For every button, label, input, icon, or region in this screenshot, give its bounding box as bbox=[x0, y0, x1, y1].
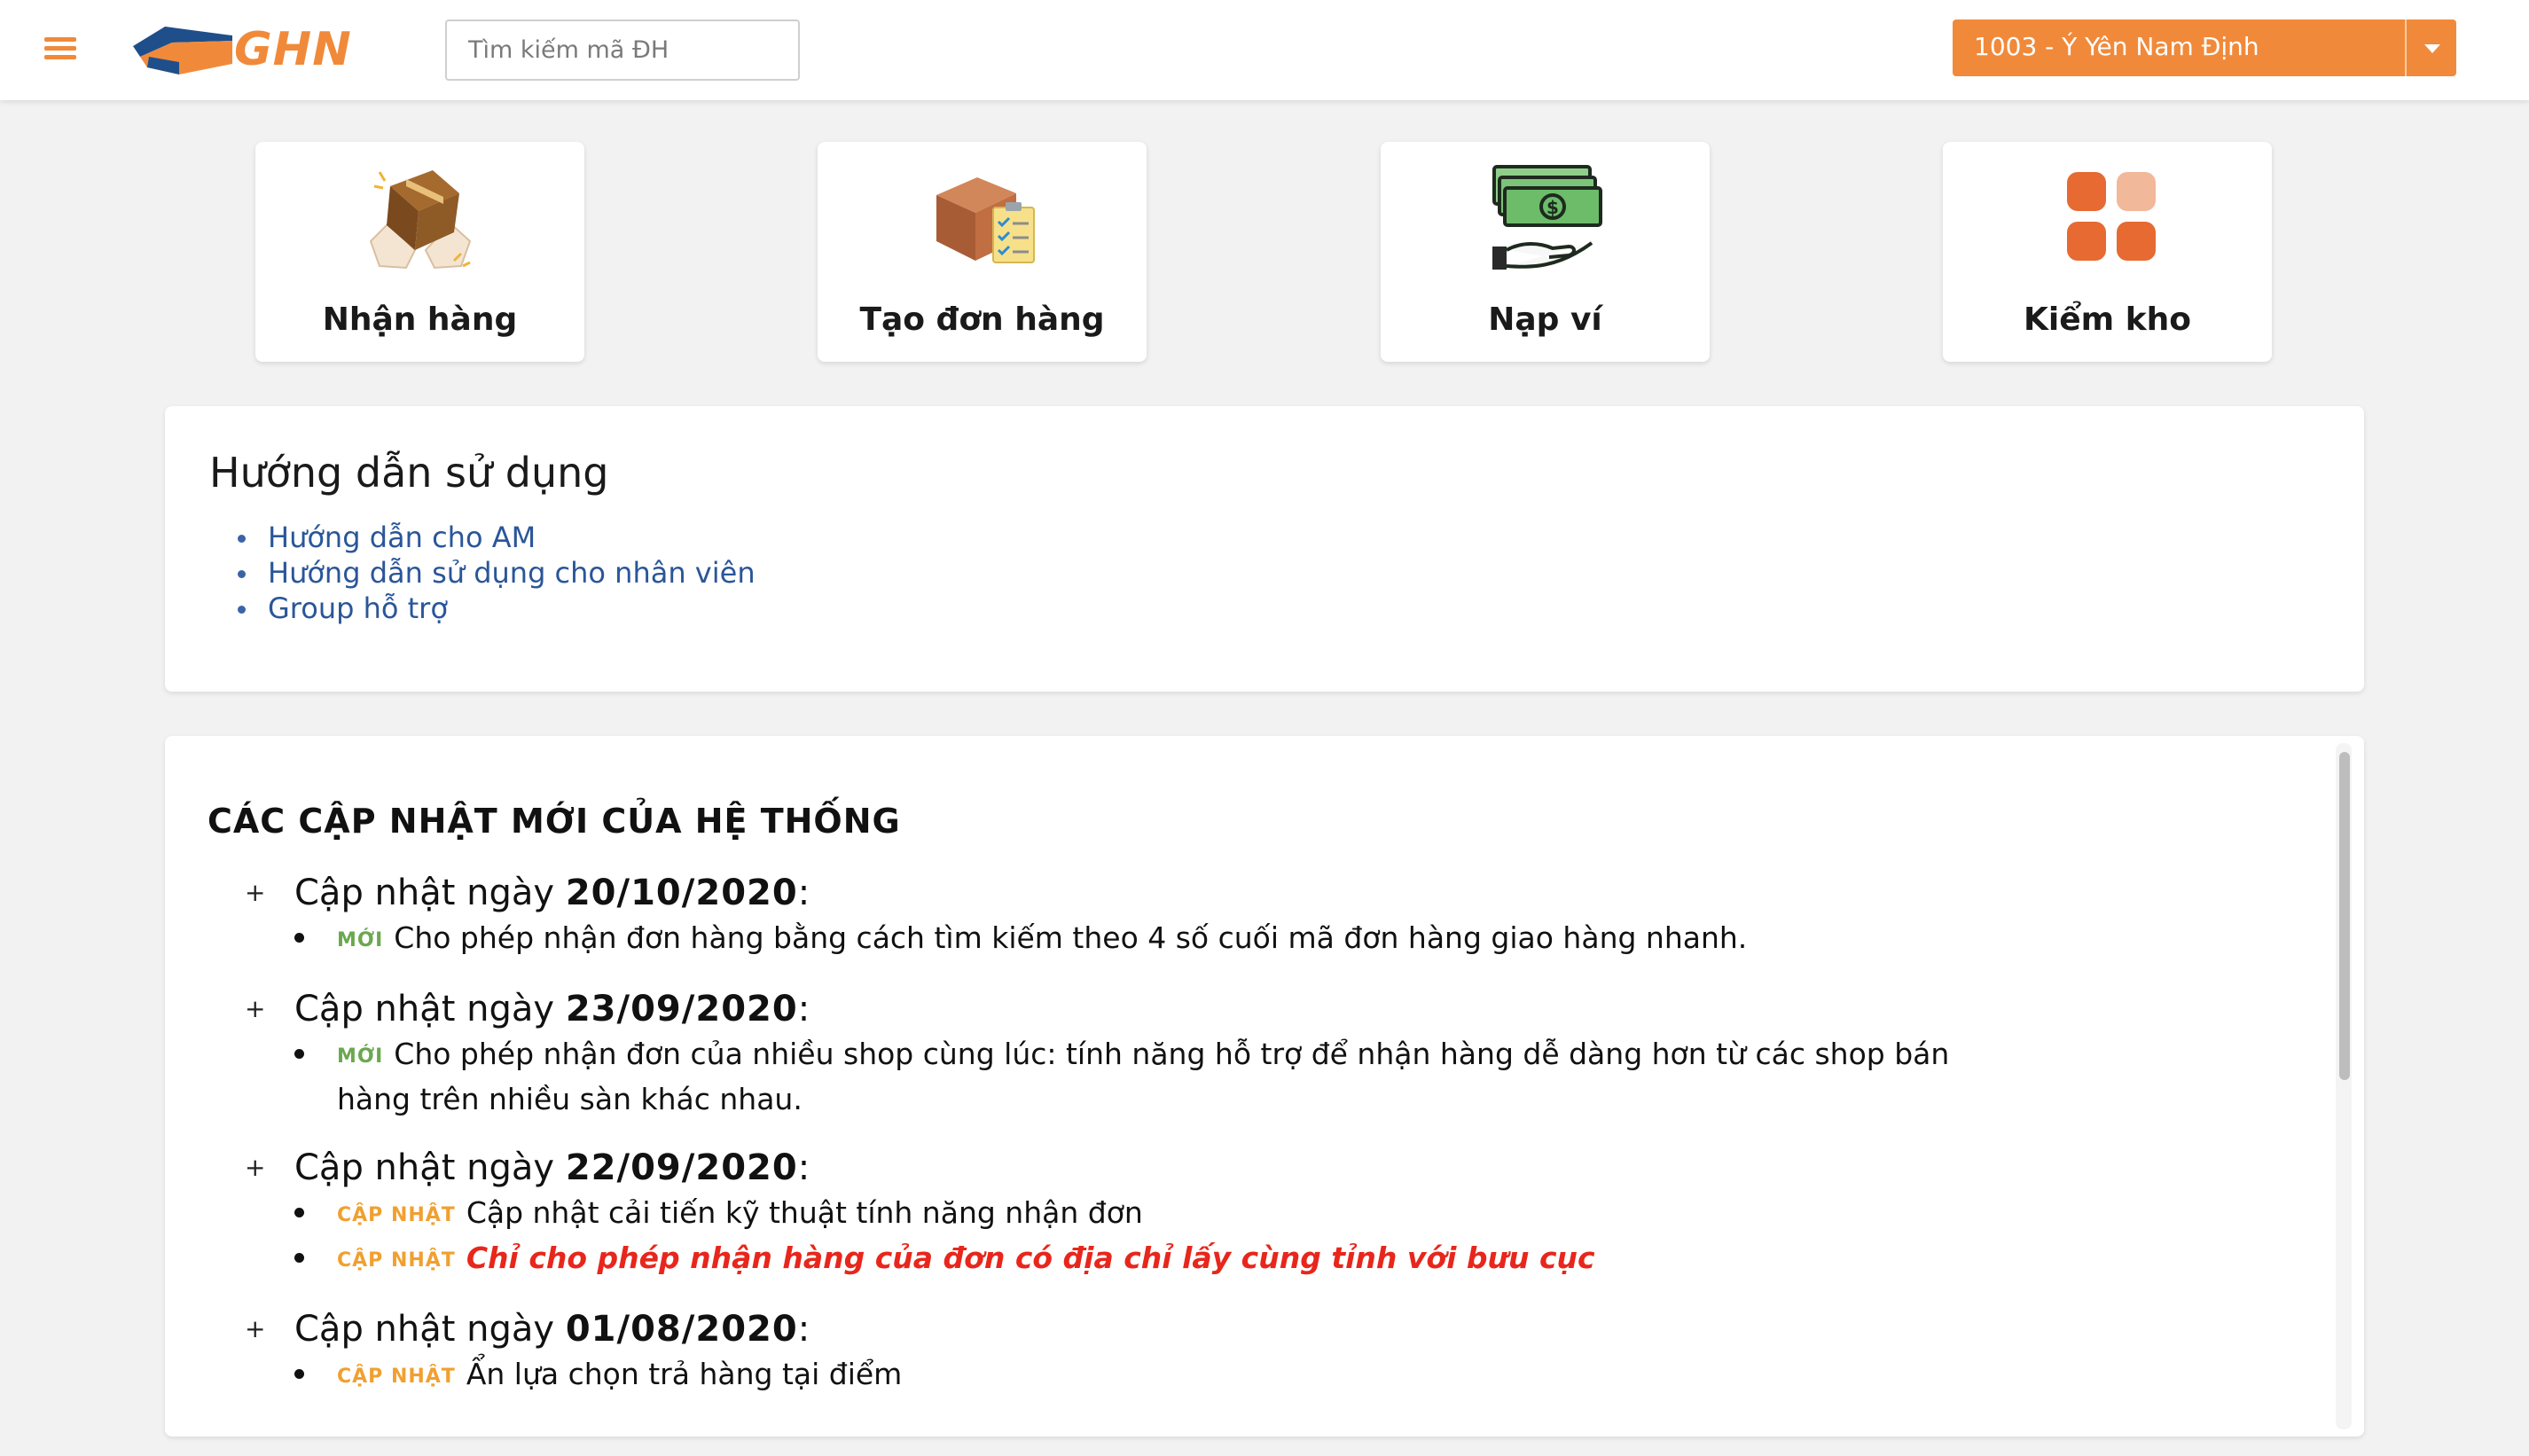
guide-link-item: Hướng dẫn cho AM bbox=[209, 520, 756, 555]
tile-wallet[interactable]: $ Nạp ví bbox=[1381, 142, 1710, 362]
update-prefix: Cập nhật ngày bbox=[294, 1309, 555, 1350]
tile-receive-label: Nhận hàng bbox=[322, 301, 518, 338]
update-heading: + Cập nhật ngày 22/09/2020: bbox=[245, 1144, 2267, 1192]
tile-create-order-label: Tạo đơn hàng bbox=[859, 301, 1105, 338]
guide-link-item: Hướng dẫn sử dụng cho nhân viên bbox=[209, 555, 756, 591]
update-entry: CẬP NHẬT Cập nhật cải tiến kỹ thuật tính … bbox=[294, 1192, 1979, 1237]
branch-selector[interactable]: 1003 - Ý Yên Nam Định bbox=[1953, 20, 2456, 76]
update-date: 22/09/2020 bbox=[565, 1147, 798, 1188]
guide-link-am[interactable]: Hướng dẫn cho AM bbox=[268, 521, 536, 554]
update-prefix: Cập nhật ngày bbox=[294, 873, 555, 913]
updates-title: CÁC CẬP NHẬT MỚI CỦA HỆ THỐNG bbox=[207, 802, 901, 841]
tag-update-badge: CẬP NHẬT bbox=[337, 1366, 456, 1388]
update-heading: + Cập nhật ngày 01/08/2020: bbox=[245, 1305, 2267, 1353]
update-entry: MỚI Cho phép nhận đơn hàng bằng cách tìm … bbox=[294, 917, 1979, 962]
order-search-input[interactable] bbox=[445, 20, 800, 81]
update-prefix: Cập nhật ngày bbox=[294, 989, 555, 1029]
tag-update-badge: CẬP NHẬT bbox=[337, 1249, 456, 1272]
logo-text: GHN bbox=[234, 23, 352, 76]
updates-scrollbar[interactable] bbox=[2336, 743, 2352, 1429]
top-header: GHN 1003 - Ý Yên Nam Định bbox=[0, 0, 2529, 100]
logo-truck-icon bbox=[133, 27, 232, 74]
guide-link-list: Hướng dẫn cho AM Hướng dẫn sử dụng cho n… bbox=[209, 520, 756, 626]
wallet-topup-icon: $ bbox=[1492, 165, 1602, 270]
update-entry: CẬP NHẬT Ẩn lựa chọn trả hàng tại điểm bbox=[294, 1353, 1979, 1398]
tag-new-badge: MỚI bbox=[337, 929, 384, 951]
update-entry-highlight: CẬP NHẬT Chỉ cho phép nhận hàng của đơn c… bbox=[294, 1237, 1979, 1282]
inventory-grid-icon bbox=[2067, 172, 2156, 261]
update-item: + Cập nhật ngày 01/08/2020: CẬP NHẬT Ẩn l… bbox=[245, 1305, 2267, 1398]
update-heading: + Cập nhật ngày 20/10/2020: bbox=[245, 869, 2267, 917]
guide-link-staff[interactable]: Hướng dẫn sử dụng cho nhân viên bbox=[268, 556, 756, 590]
update-entries: MỚI Cho phép nhận đơn hàng bằng cách tìm … bbox=[294, 917, 2267, 962]
updates-scrollbar-thumb[interactable] bbox=[2339, 752, 2350, 1080]
tile-wallet-label: Nạp ví bbox=[1488, 301, 1602, 338]
update-entry-text: Ẩn lựa chọn trả hàng tại điểm bbox=[466, 1357, 903, 1391]
guide-title: Hướng dẫn sử dụng bbox=[209, 449, 609, 497]
tag-update-badge: CẬP NHẬT bbox=[337, 1204, 456, 1226]
branch-selector-divider bbox=[2405, 20, 2407, 76]
update-entries: CẬP NHẬT Cập nhật cải tiến kỹ thuật tính … bbox=[294, 1192, 2267, 1282]
receive-package-icon bbox=[369, 170, 472, 270]
update-item: + Cập nhật ngày 20/10/2020: MỚI Cho phép … bbox=[245, 869, 2267, 962]
update-entry-text: Cập nhật cải tiến kỹ thuật tính năng nhậ… bbox=[466, 1195, 1143, 1230]
plus-icon: + bbox=[245, 1153, 266, 1182]
update-prefix: Cập nhật ngày bbox=[294, 1147, 555, 1188]
update-heading: + Cập nhật ngày 23/09/2020: bbox=[245, 985, 2267, 1033]
create-order-icon bbox=[936, 177, 1035, 263]
update-date: 01/08/2020 bbox=[565, 1309, 798, 1350]
plus-icon: + bbox=[245, 878, 266, 907]
update-entry: MỚI Cho phép nhận đơn của nhiều shop cùng… bbox=[294, 1033, 1979, 1121]
tile-inventory[interactable]: Kiểm kho bbox=[1943, 142, 2272, 362]
update-entry-text: Cho phép nhận đơn của nhiều shop cùng lú… bbox=[337, 1037, 1950, 1116]
tile-inventory-label: Kiểm kho bbox=[2024, 301, 2191, 338]
tile-receive[interactable]: Nhận hàng bbox=[255, 142, 584, 362]
update-list: + Cập nhật ngày 20/10/2020: MỚI Cho phép … bbox=[245, 869, 2267, 1421]
guide-card: Hướng dẫn sử dụng Hướng dẫn cho AM Hướng… bbox=[165, 406, 2364, 692]
tag-new-badge: MỚI bbox=[337, 1045, 384, 1068]
updates-card: CÁC CẬP NHẬT MỚI CỦA HỆ THỐNG + Cập nhật… bbox=[165, 736, 2364, 1436]
branch-selector-label: 1003 - Ý Yên Nam Định bbox=[1974, 32, 2259, 61]
menu-icon[interactable] bbox=[44, 37, 76, 60]
chevron-down-icon[interactable] bbox=[2424, 44, 2440, 53]
svg-text:$: $ bbox=[1546, 197, 1559, 218]
update-entry-text: Cho phép nhận đơn hàng bằng cách tìm kiế… bbox=[394, 920, 1748, 955]
update-date: 23/09/2020 bbox=[565, 989, 798, 1029]
guide-link-item: Group hỗ trợ bbox=[209, 591, 756, 626]
update-item: + Cập nhật ngày 23/09/2020: MỚI Cho phép … bbox=[245, 985, 2267, 1121]
ghn-logo[interactable]: GHN bbox=[129, 21, 360, 78]
update-date: 20/10/2020 bbox=[565, 873, 798, 913]
update-entry-text: Chỉ cho phép nhận hàng của đơn có địa ch… bbox=[466, 1241, 1595, 1275]
plus-icon: + bbox=[245, 1314, 266, 1343]
plus-icon: + bbox=[245, 994, 266, 1023]
guide-link-support-group[interactable]: Group hỗ trợ bbox=[268, 591, 448, 625]
tile-create-order[interactable]: Tạo đơn hàng bbox=[818, 142, 1147, 362]
update-item: + Cập nhật ngày 22/09/2020: CẬP NHẬT Cập … bbox=[245, 1144, 2267, 1282]
update-entries: CẬP NHẬT Ẩn lựa chọn trả hàng tại điểm bbox=[294, 1353, 2267, 1398]
update-entries: MỚI Cho phép nhận đơn của nhiều shop cùng… bbox=[294, 1033, 2267, 1121]
